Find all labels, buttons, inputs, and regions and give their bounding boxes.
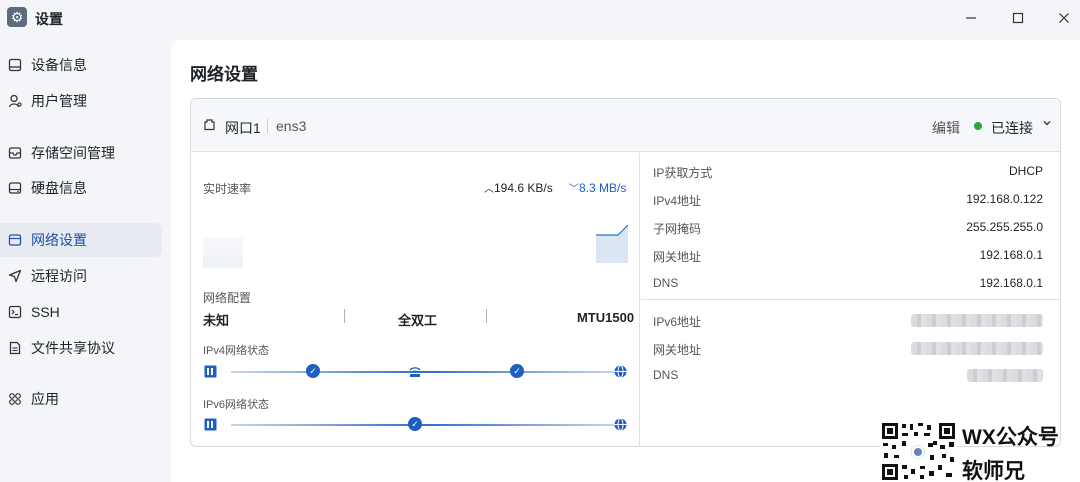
network-icon	[8, 233, 22, 247]
interface-name: ens3	[276, 118, 307, 134]
sidebar-item-label: 远程访问	[31, 268, 87, 284]
sidebar-item-label: 设备信息	[31, 57, 87, 73]
ipv6-address-redacted	[911, 314, 1043, 327]
sidebar-item-file-sharing[interactable]: 文件共享协议	[0, 331, 162, 365]
arrow-down-icon: ﹀	[569, 184, 579, 195]
settings-gear-icon: ⚙	[7, 7, 27, 27]
window-title: 设置	[35, 11, 63, 27]
ip-info-panel: IP获取方式 DHCP IPv4地址 192.168.0.122 子网掩码 25…	[641, 153, 1060, 446]
traffic-chart-area	[203, 238, 243, 268]
arrow-up-icon: ︿	[484, 184, 494, 195]
device-node-icon	[203, 417, 217, 431]
maximize-icon	[1012, 12, 1024, 24]
ipv6-dns-redacted	[967, 369, 1043, 382]
subnet-mask-label: 子网掩码	[653, 222, 702, 236]
ipv4-status-label: IPv4网络状态	[203, 345, 270, 357]
upload-speed-value: 194.6 KB/s	[494, 181, 553, 195]
globe-icon	[613, 364, 627, 378]
network-port-card: 网口1 ens3 编辑 已连接 实时速率 ︿194.6 KB/s ﹀8.3 MB…	[190, 98, 1061, 447]
edit-button[interactable]: 编辑	[932, 118, 960, 138]
check-icon: ✓	[408, 417, 422, 431]
gateway-value: 192.168.0.1	[979, 248, 1043, 262]
device-node-icon	[203, 364, 217, 378]
ipv6-dns-label: DNS	[653, 368, 679, 382]
sidebar-item-label: 硬盘信息	[31, 180, 87, 196]
device-icon	[8, 58, 22, 72]
config-label: 网络配置	[203, 291, 252, 305]
sidebar-item-user-management[interactable]: 用户管理	[0, 84, 162, 118]
dns-label: DNS	[653, 276, 679, 290]
dns-value: 192.168.0.1	[979, 276, 1043, 290]
sidebar-item-label: 网络设置	[31, 232, 87, 248]
chevron-down-icon[interactable]	[1042, 117, 1052, 131]
watermark-line2: 软师兄	[962, 460, 1025, 482]
apps-icon	[8, 392, 22, 406]
qr-code-icon	[880, 421, 957, 482]
check-icon: ✓	[510, 364, 524, 378]
divider	[344, 309, 345, 323]
ipv4-address-value: 192.168.0.122	[966, 192, 1043, 206]
maximize-button[interactable]	[1006, 6, 1030, 30]
traffic-panel: 实时速率 ︿194.6 KB/s ﹀8.3 MB/s 网络配置 未知 全双工 M…	[191, 153, 640, 446]
file-icon	[8, 341, 22, 355]
router-icon	[408, 364, 422, 378]
title-bar: ⚙ 设置	[0, 0, 1080, 36]
upload-speed: ︿194.6 KB/s	[484, 180, 553, 195]
storage-icon	[8, 146, 22, 160]
watermark-line1: WX公众号	[962, 426, 1059, 449]
sidebar-item-device-info[interactable]: 设备信息	[0, 48, 162, 82]
sidebar-item-network[interactable]: 网络设置	[0, 223, 162, 257]
port-name: 网口1	[225, 120, 261, 136]
globe-icon	[613, 417, 627, 431]
sidebar-item-remote-access[interactable]: 远程访问	[0, 259, 162, 293]
ipv4-status-line	[231, 371, 619, 373]
subnet-mask-value: 255.255.255.0	[966, 220, 1043, 234]
sidebar-item-apps[interactable]: 应用	[0, 382, 162, 416]
sidebar-item-disk-info[interactable]: 硬盘信息	[0, 171, 162, 205]
sidebar-item-label: 应用	[31, 391, 59, 407]
sidebar-item-ssh[interactable]: SSH	[0, 295, 162, 329]
traffic-chart	[596, 224, 628, 263]
terminal-icon	[8, 305, 22, 319]
connection-status: 已连接	[991, 120, 1033, 136]
sidebar-item-label: 存储空间管理	[31, 145, 115, 161]
disk-icon	[8, 181, 22, 195]
ipv6-status-label: IPv6网络状态	[203, 399, 270, 411]
sidebar-item-storage[interactable]: 存储空间管理	[0, 136, 162, 170]
divider	[486, 309, 487, 323]
gateway-label: 网关地址	[653, 250, 702, 264]
divider	[641, 299, 1060, 300]
ipv4-address-label: IPv4地址	[653, 194, 702, 208]
ip-mode-value: DHCP	[1008, 164, 1043, 178]
speed-label: 实时速率	[203, 182, 252, 196]
mtu-value: MTU1500	[577, 310, 635, 325]
page-title: 网络设置	[190, 65, 258, 84]
minimize-button[interactable]	[959, 6, 983, 30]
card-header[interactable]: 网口1 ens3 编辑 已连接	[191, 99, 1060, 152]
check-icon: ✓	[306, 364, 320, 378]
user-icon	[8, 94, 22, 108]
ipv6-status-line	[231, 424, 619, 426]
duplex-value: 全双工	[398, 313, 438, 328]
send-icon	[8, 269, 22, 283]
main-panel: 网络设置 网口1 ens3 编辑 已连接 实时速率 ︿194.6 KB/s ﹀8…	[171, 40, 1080, 482]
download-speed-value: 8.3 MB/s	[579, 181, 627, 195]
ethernet-port-icon	[203, 118, 216, 134]
ipv6-gateway-redacted	[911, 342, 1043, 355]
sidebar-item-label: 用户管理	[31, 93, 87, 109]
download-speed: ﹀8.3 MB/s	[569, 180, 626, 195]
close-button[interactable]	[1052, 6, 1076, 30]
sidebar-item-label: SSH	[31, 304, 60, 320]
ipv6-address-label: IPv6地址	[653, 315, 702, 329]
divider	[267, 119, 268, 133]
sidebar-item-label: 文件共享协议	[31, 340, 115, 356]
sidebar: 设备信息 用户管理 存储空间管理 硬盘信息 网络设置 远程访问 SSH 文件共享…	[0, 40, 170, 482]
ip-mode-label: IP获取方式	[653, 166, 713, 180]
link-speed-value: 未知	[203, 313, 230, 328]
minimize-icon	[966, 17, 976, 19]
ipv6-gateway-label: 网关地址	[653, 343, 702, 357]
status-dot-icon	[974, 122, 982, 130]
close-icon	[1059, 13, 1069, 23]
